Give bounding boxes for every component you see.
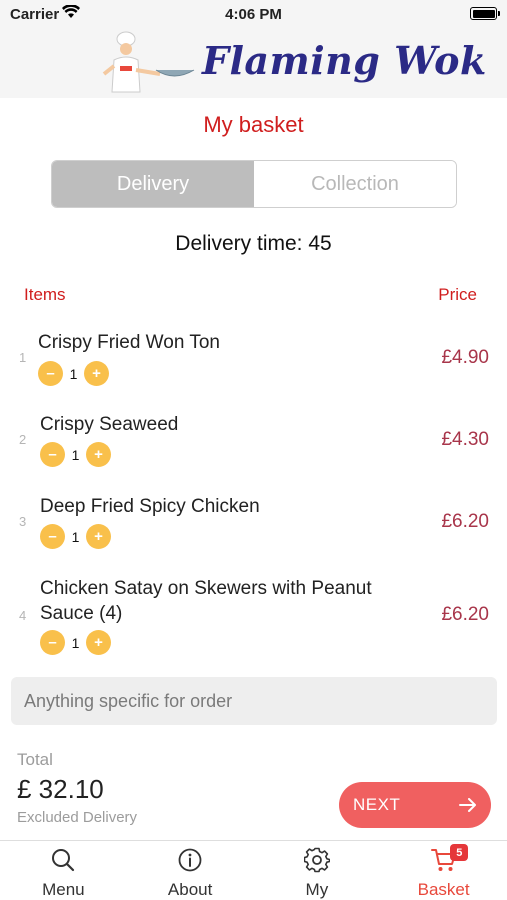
- item-price: £6.20: [441, 511, 489, 532]
- tab-delivery[interactable]: Delivery: [52, 161, 254, 207]
- app-header: Flaming Wok: [0, 28, 507, 98]
- items-column-header: Items: [24, 285, 66, 304]
- quantity-stepper: – 1 +: [38, 361, 109, 386]
- tab-about[interactable]: About: [127, 841, 254, 900]
- increase-quantity-button[interactable]: +: [86, 524, 111, 549]
- info-icon: [178, 848, 202, 872]
- delivery-collection-toggle: Delivery Collection: [51, 160, 457, 208]
- item-name: Chicken Satay on Skewers with Peanut Sau…: [40, 578, 372, 624]
- search-icon: [52, 849, 75, 872]
- gear-icon: [303, 847, 330, 873]
- status-bar: Carrier 4:06 PM: [0, 0, 507, 28]
- quantity-stepper: – 1 +: [40, 442, 111, 467]
- item-name: Deep Fried Spicy Chicken: [40, 496, 260, 517]
- page-title: My basket: [203, 112, 304, 137]
- next-button-label: NEXT: [353, 795, 401, 814]
- item-index: 3: [19, 514, 27, 529]
- item-index: 2: [19, 432, 27, 447]
- decrease-quantity-button[interactable]: –: [40, 630, 65, 655]
- quantity-value: 1: [71, 446, 80, 463]
- brand-logo-text: Flaming Wok: [202, 38, 487, 83]
- quantity-value: 1: [71, 528, 80, 545]
- quantity-stepper: – 1 +: [40, 524, 111, 549]
- item-name: Crispy Fried Won Ton: [38, 332, 220, 353]
- total-note: Excluded Delivery: [17, 809, 138, 826]
- tab-label: My: [305, 880, 329, 899]
- tab-my[interactable]: My: [254, 841, 381, 900]
- decrease-quantity-button[interactable]: –: [38, 361, 63, 386]
- order-note-input[interactable]: [11, 677, 497, 725]
- increase-quantity-button[interactable]: +: [86, 630, 111, 655]
- item-index: 4: [19, 608, 27, 623]
- chef-logo-icon: [102, 31, 195, 93]
- tab-label: Menu: [42, 880, 85, 899]
- item-price: £6.20: [441, 604, 489, 625]
- item-index: 1: [19, 350, 27, 365]
- tab-collection[interactable]: Collection: [254, 161, 456, 207]
- total-label: Total: [17, 750, 53, 769]
- decrease-quantity-button[interactable]: –: [40, 442, 65, 467]
- arrow-right-icon: [459, 798, 476, 812]
- item-price: £4.90: [441, 347, 489, 368]
- increase-quantity-button[interactable]: +: [86, 442, 111, 467]
- quantity-value: 1: [69, 365, 78, 382]
- delivery-time: Delivery time: 45: [175, 232, 332, 255]
- status-time: 4:06 PM: [225, 6, 282, 23]
- price-column-header: Price: [438, 285, 477, 304]
- bottom-tab-bar: Menu About My 5 Basket: [0, 840, 507, 900]
- quantity-value: 1: [71, 634, 80, 651]
- quantity-stepper: – 1 +: [40, 630, 111, 655]
- tab-label: Basket: [417, 880, 470, 899]
- item-name: Crispy Seaweed: [40, 414, 179, 435]
- battery-icon: [470, 7, 500, 20]
- total-value: £ 32.10: [17, 774, 104, 804]
- basket-count-badge: 5: [450, 844, 469, 861]
- tab-label: About: [167, 880, 213, 899]
- decrease-quantity-button[interactable]: –: [40, 524, 65, 549]
- increase-quantity-button[interactable]: +: [84, 361, 109, 386]
- tab-menu[interactable]: Menu: [0, 841, 127, 900]
- item-price: £4.30: [441, 429, 489, 450]
- next-button[interactable]: NEXT: [339, 782, 491, 828]
- tab-basket[interactable]: 5 Basket: [380, 841, 507, 900]
